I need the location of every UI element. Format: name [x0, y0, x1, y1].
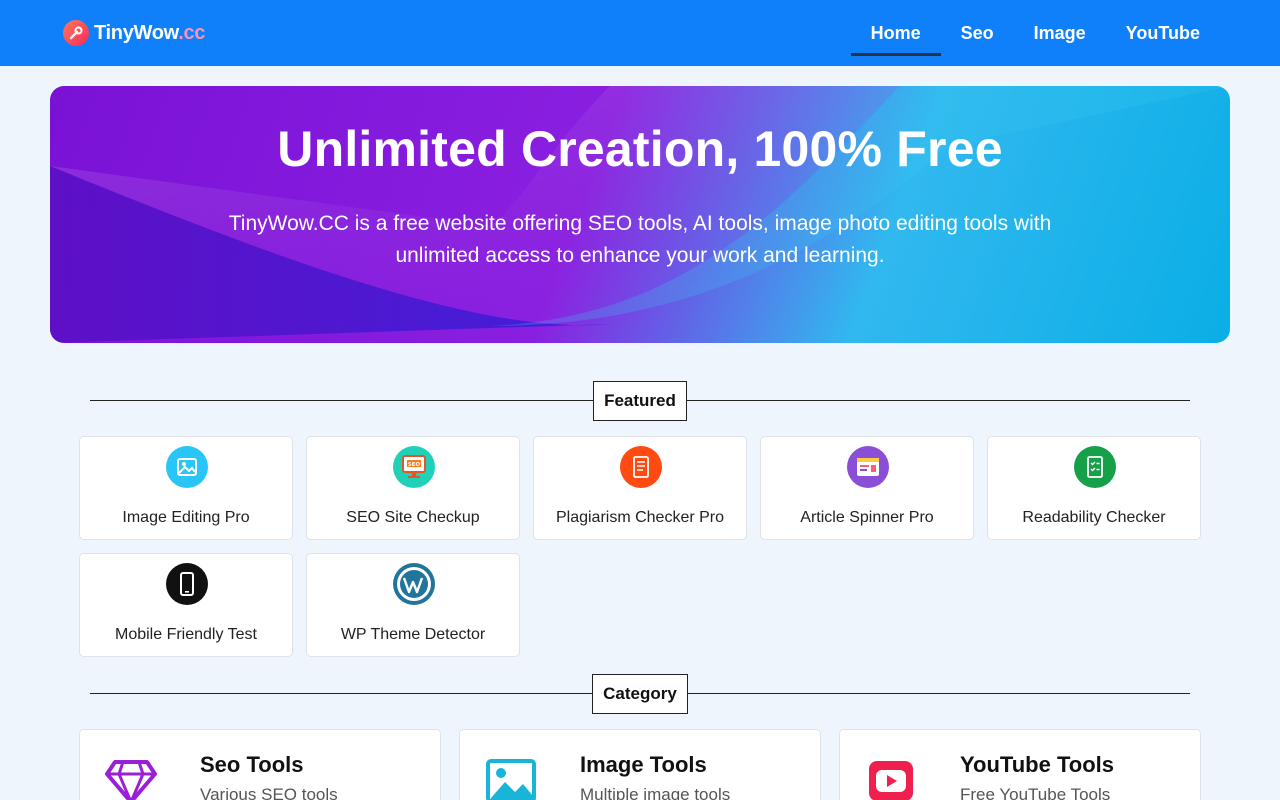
tool-card-image-editing-pro[interactable]: Image Editing Pro: [79, 436, 293, 540]
tool-label: Readability Checker: [1022, 509, 1166, 526]
image-editing-icon: [166, 446, 208, 488]
category-card-image-tools[interactable]: Image Tools Multiple image tools: [459, 729, 821, 800]
image-icon: [484, 756, 538, 800]
nav-image[interactable]: Image: [1014, 0, 1106, 66]
category-title: YouTube Tools: [960, 752, 1114, 777]
category-title: Image Tools: [580, 752, 707, 777]
category-heading: Category: [592, 674, 688, 714]
document-check-icon: [620, 446, 662, 488]
category-description: Multiple image tools: [580, 785, 731, 800]
category-card-seo-tools[interactable]: Seo Tools Various SEO tools: [79, 729, 441, 800]
site-logo[interactable]: TinyWow.cc: [63, 19, 205, 47]
top-header: TinyWow.cc Home Seo Image YouTube: [0, 0, 1280, 66]
featured-heading: Featured: [593, 381, 687, 421]
tool-card-plagiarism-checker-pro[interactable]: Plagiarism Checker Pro: [533, 436, 747, 540]
diamond-icon: [104, 756, 158, 800]
tool-label: Article Spinner Pro: [800, 509, 934, 526]
svg-text:SEO: SEO: [408, 462, 421, 468]
article-window-icon: [847, 446, 889, 488]
hero-banner: Unlimited Creation, 100% Free TinyWow.CC…: [50, 86, 1230, 343]
tool-label: Mobile Friendly Test: [115, 626, 257, 643]
tool-card-seo-site-checkup[interactable]: SEO SEO Site Checkup: [306, 436, 520, 540]
category-description: Free YouTube Tools: [960, 785, 1111, 800]
logo-text: TinyWow.cc: [94, 22, 205, 45]
category-title: Seo Tools: [200, 752, 304, 777]
checklist-icon: [1074, 446, 1116, 488]
logo-name: TinyWow: [94, 21, 179, 44]
logo-suffix: .cc: [178, 21, 206, 44]
category-description: Various SEO tools: [200, 785, 338, 800]
tool-card-article-spinner-pro[interactable]: Article Spinner Pro: [760, 436, 974, 540]
hero-title: Unlimited Creation, 100% Free: [277, 121, 1003, 177]
nav-home[interactable]: Home: [850, 0, 941, 66]
main-nav: Home Seo Image YouTube: [850, 0, 1220, 66]
wordpress-icon: [393, 563, 435, 605]
tool-card-wp-theme-detector[interactable]: WP Theme Detector: [306, 553, 520, 657]
youtube-icon: [864, 756, 918, 800]
tool-label: Plagiarism Checker Pro: [555, 509, 725, 526]
nav-youtube[interactable]: YouTube: [1106, 0, 1220, 66]
nav-seo[interactable]: Seo: [941, 0, 1014, 66]
wrench-icon: [63, 20, 89, 46]
tool-card-mobile-friendly-test[interactable]: Mobile Friendly Test: [79, 553, 293, 657]
seo-monitor-icon: SEO: [393, 446, 435, 488]
hero-description: TinyWow.CC is a free website offering SE…: [228, 212, 1052, 267]
tool-label: SEO Site Checkup: [346, 509, 480, 526]
category-card-youtube-tools[interactable]: YouTube Tools Free YouTube Tools: [839, 729, 1201, 800]
tool-label: WP Theme Detector: [340, 626, 486, 643]
mobile-phone-icon: [166, 563, 208, 605]
tool-card-readability-checker[interactable]: Readability Checker: [987, 436, 1201, 540]
tool-label: Image Editing Pro: [122, 509, 250, 526]
